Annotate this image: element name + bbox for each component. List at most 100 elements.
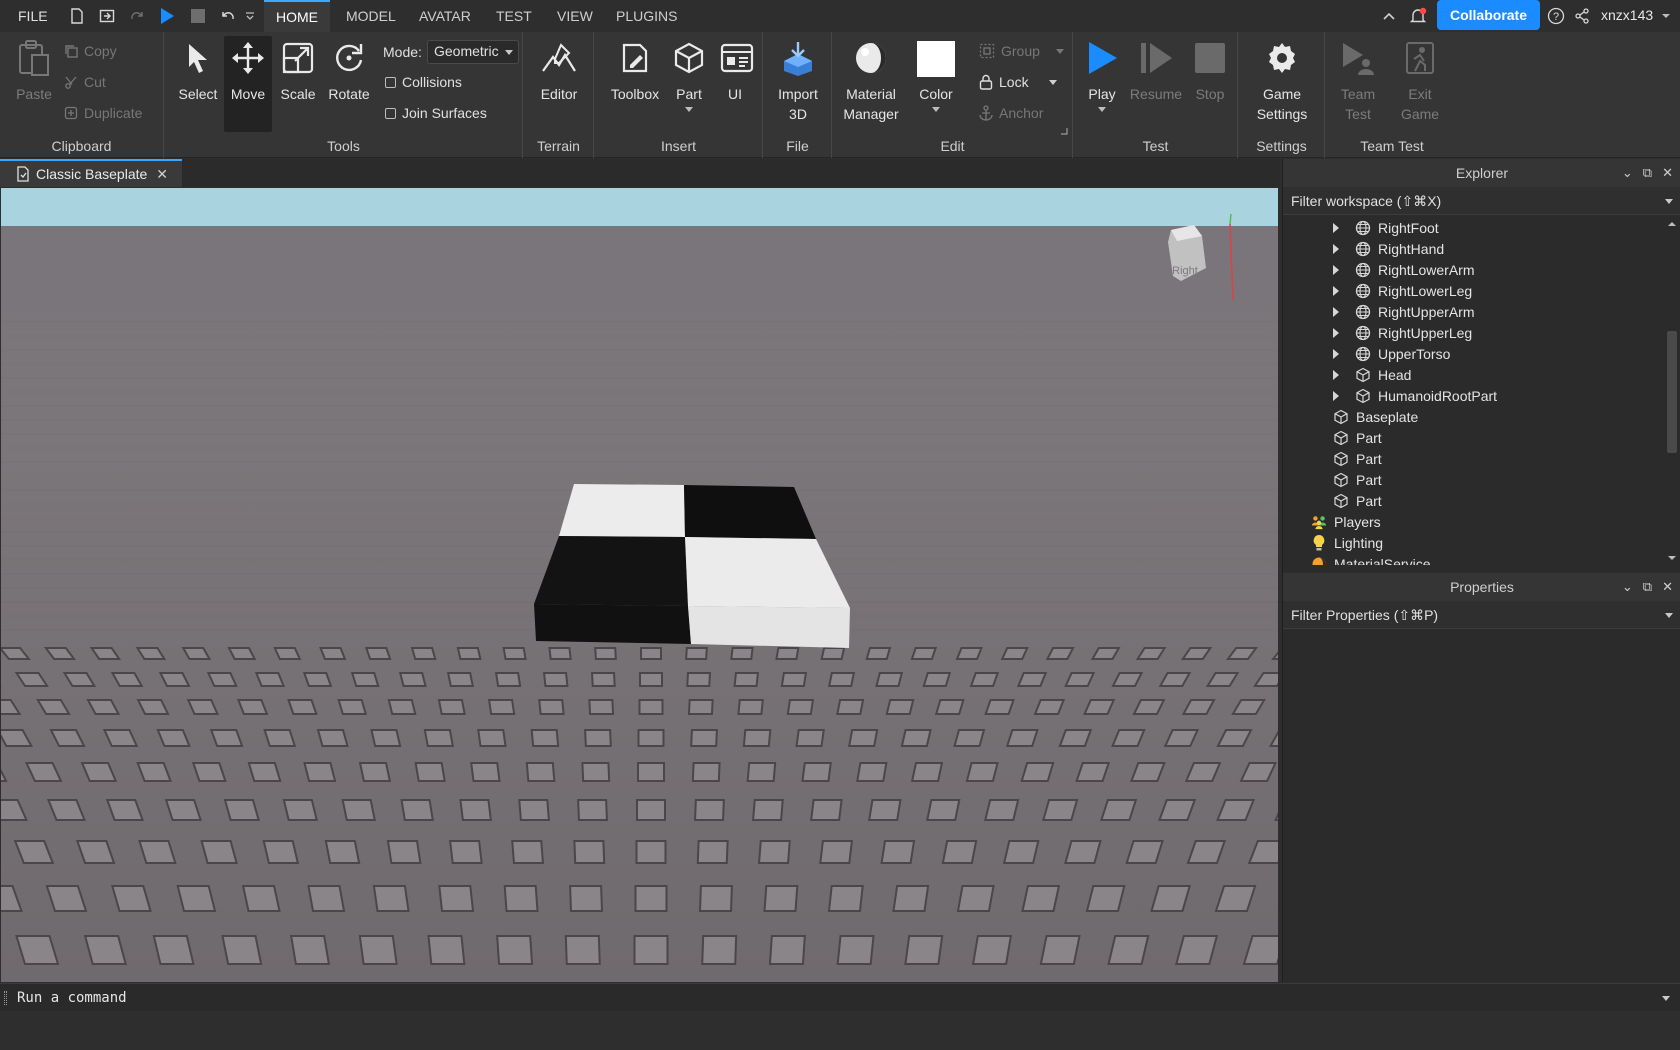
close-tab-icon[interactable]: ✕: [156, 166, 168, 183]
material-manager-button[interactable]: Material Manager: [837, 36, 905, 124]
chevron-down-icon[interactable]: [1665, 613, 1673, 618]
tab-model[interactable]: MODEL: [334, 0, 408, 32]
expand-arrow-icon[interactable]: [1333, 369, 1339, 380]
anchor-button[interactable]: Anchor: [979, 105, 1043, 121]
explorer-item[interactable]: Part: [1283, 469, 1663, 490]
expand-arrow-icon[interactable]: [1333, 306, 1339, 317]
pop-out-icon[interactable]: ⧉: [1643, 573, 1652, 601]
explorer-item[interactable]: Players: [1283, 511, 1663, 532]
3d-viewport[interactable]: Right: [1, 188, 1278, 982]
explorer-scrollbar[interactable]: [1664, 217, 1680, 565]
username[interactable]: xnzx143: [1601, 7, 1653, 23]
lock-button[interactable]: Lock: [979, 74, 1057, 90]
collaborate-button[interactable]: Collaborate: [1437, 0, 1540, 30]
chevron-down-icon[interactable]: ⌄: [1622, 159, 1633, 187]
share-icon[interactable]: [1572, 6, 1592, 26]
close-icon[interactable]: ✕: [1662, 573, 1673, 601]
mode-select[interactable]: Geometric: [427, 40, 519, 64]
chevron-down-icon[interactable]: ⌄: [1622, 573, 1633, 601]
notifications-icon[interactable]: [1408, 6, 1428, 26]
resume-button[interactable]: Resume: [1128, 36, 1184, 104]
stud: [904, 935, 944, 965]
part-button[interactable]: Part: [667, 36, 711, 112]
tab-view[interactable]: VIEW: [545, 0, 605, 32]
expand-arrow-icon[interactable]: [1333, 264, 1339, 275]
expand-arrow-icon[interactable]: [1333, 327, 1339, 338]
stud: [477, 729, 507, 747]
collapse-ribbon-icon[interactable]: [1379, 6, 1399, 26]
ui-button[interactable]: UI: [715, 36, 755, 104]
exit-game-button[interactable]: Exit Game: [1392, 36, 1448, 124]
join-surfaces-checkbox[interactable]: Join Surfaces: [385, 105, 487, 121]
file-menu[interactable]: FILE: [18, 8, 48, 24]
explorer-item[interactable]: Part: [1283, 427, 1663, 448]
color-button[interactable]: Color: [911, 36, 961, 112]
explorer-item[interactable]: UpperTorso: [1283, 343, 1663, 364]
toolbox-button[interactable]: Toolbox: [607, 36, 663, 104]
team-test-button[interactable]: Team Test: [1330, 36, 1386, 124]
tab-avatar[interactable]: AVATAR: [407, 0, 483, 32]
scroll-down-icon[interactable]: [1664, 553, 1680, 563]
explorer-item[interactable]: Lighting: [1283, 532, 1663, 553]
chevron-down-icon[interactable]: [1662, 996, 1670, 1001]
file-group: Import 3D File: [764, 32, 832, 158]
scale-tool-button[interactable]: Scale: [275, 36, 321, 104]
explorer-item[interactable]: HumanoidRootPart: [1283, 385, 1663, 406]
explorer-item[interactable]: Part: [1283, 448, 1663, 469]
move-label: Move: [230, 86, 266, 102]
collisions-checkbox[interactable]: Collisions: [385, 74, 462, 90]
expand-arrow-icon[interactable]: [1333, 243, 1339, 254]
command-bar[interactable]: Run a command: [0, 983, 1680, 1011]
explorer-item[interactable]: RightFoot: [1283, 217, 1663, 238]
explorer-item[interactable]: RightLowerLeg: [1283, 280, 1663, 301]
document-tab-title: Classic Baseplate: [36, 166, 148, 182]
explorer-item[interactable]: RightUpperLeg: [1283, 322, 1663, 343]
document-tab[interactable]: Classic Baseplate ✕: [0, 159, 182, 187]
game-settings-button[interactable]: Game Settings: [1249, 36, 1315, 124]
expand-arrow-icon[interactable]: [1333, 390, 1339, 401]
expand-arrow-icon[interactable]: [1333, 285, 1339, 296]
close-icon[interactable]: ✕: [1662, 159, 1673, 187]
explorer-item[interactable]: RightHand: [1283, 238, 1663, 259]
duplicate-button[interactable]: Duplicate: [64, 105, 142, 121]
expand-arrow-icon[interactable]: [1333, 348, 1339, 359]
scroll-up-icon[interactable]: [1664, 219, 1680, 229]
explorer-item[interactable]: RightLowerArm: [1283, 259, 1663, 280]
explorer-item[interactable]: RightUpperArm: [1283, 301, 1663, 322]
checkered-part[interactable]: [534, 484, 850, 648]
explorer-item[interactable]: Head: [1283, 364, 1663, 385]
group-button[interactable]: Group: [979, 43, 1064, 59]
rotate-tool-button[interactable]: Rotate: [323, 36, 375, 104]
chevron-down-icon[interactable]: [1665, 199, 1673, 204]
grip-handle-icon[interactable]: [4, 991, 7, 1005]
play-button[interactable]: Play: [1080, 36, 1124, 112]
cut-button[interactable]: Cut: [64, 74, 106, 90]
pop-out-icon[interactable]: ⧉: [1643, 159, 1652, 187]
copy-button[interactable]: Copy: [64, 43, 117, 59]
quick-play-icon[interactable]: [157, 6, 177, 26]
stop-button[interactable]: Stop: [1188, 36, 1232, 104]
import-3d-button[interactable]: Import 3D: [772, 36, 824, 124]
undo-icon[interactable]: [218, 6, 238, 26]
terrain-editor-button[interactable]: Editor: [534, 36, 584, 104]
tab-test[interactable]: TEST: [484, 0, 544, 32]
tab-home[interactable]: HOME: [264, 0, 330, 32]
new-file-icon[interactable]: [67, 6, 87, 26]
help-icon[interactable]: ?: [1546, 6, 1566, 26]
quick-access-dropdown-icon[interactable]: [244, 6, 256, 26]
move-tool-button[interactable]: Move: [224, 36, 272, 132]
explorer-filter-input[interactable]: Filter workspace (⇧⌘X): [1283, 187, 1680, 215]
redo-icon[interactable]: [127, 6, 147, 26]
tab-plugins[interactable]: PLUGINS: [604, 0, 689, 32]
explorer-item[interactable]: MaterialService: [1283, 553, 1663, 565]
expand-arrow-icon[interactable]: [1333, 222, 1339, 233]
properties-filter-input[interactable]: Filter Properties (⇧⌘P): [1283, 601, 1680, 629]
quick-stop-icon[interactable]: [188, 6, 208, 26]
paste-button[interactable]: Paste: [12, 36, 56, 104]
publish-icon[interactable]: [97, 6, 117, 26]
scrollbar-thumb[interactable]: [1667, 331, 1677, 453]
explorer-item[interactable]: Baseplate: [1283, 406, 1663, 427]
select-tool-button[interactable]: Select: [175, 36, 221, 126]
explorer-item[interactable]: Part: [1283, 490, 1663, 511]
user-dropdown-icon[interactable]: [1660, 6, 1672, 26]
